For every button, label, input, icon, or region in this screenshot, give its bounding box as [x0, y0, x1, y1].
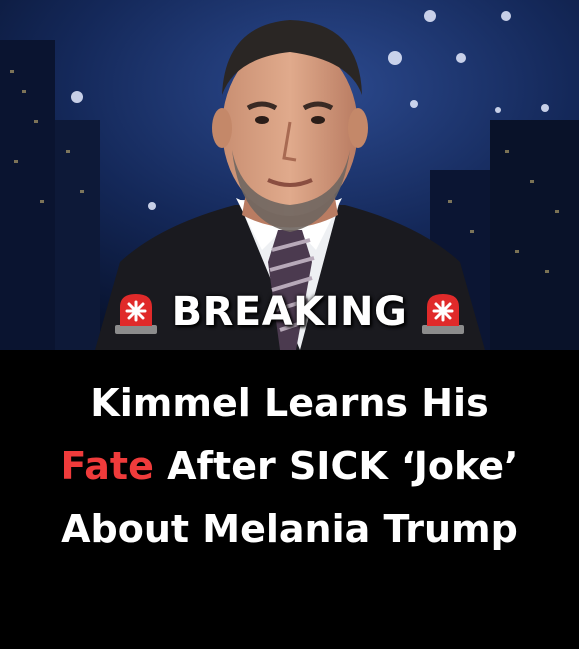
headline: Kimmel Learns His Fate After SICK ‘Joke’…	[0, 372, 579, 561]
breaking-banner: BREAKING	[0, 282, 579, 342]
police-siren-icon	[114, 294, 157, 334]
headline-highlight: Fate	[60, 444, 154, 488]
breaking-label: BREAKING	[171, 289, 408, 335]
headline-line-2-rest: After SICK ‘Joke’	[153, 444, 519, 488]
headline-line-2: Fate After SICK ‘Joke’	[0, 435, 579, 498]
police-siren-icon	[422, 294, 465, 334]
news-card: BREAKING Kimmel Learns His Fate After SI…	[0, 0, 579, 649]
headline-line-3: About Melania Trump	[61, 507, 518, 551]
headline-line-1: Kimmel Learns His	[90, 381, 489, 425]
